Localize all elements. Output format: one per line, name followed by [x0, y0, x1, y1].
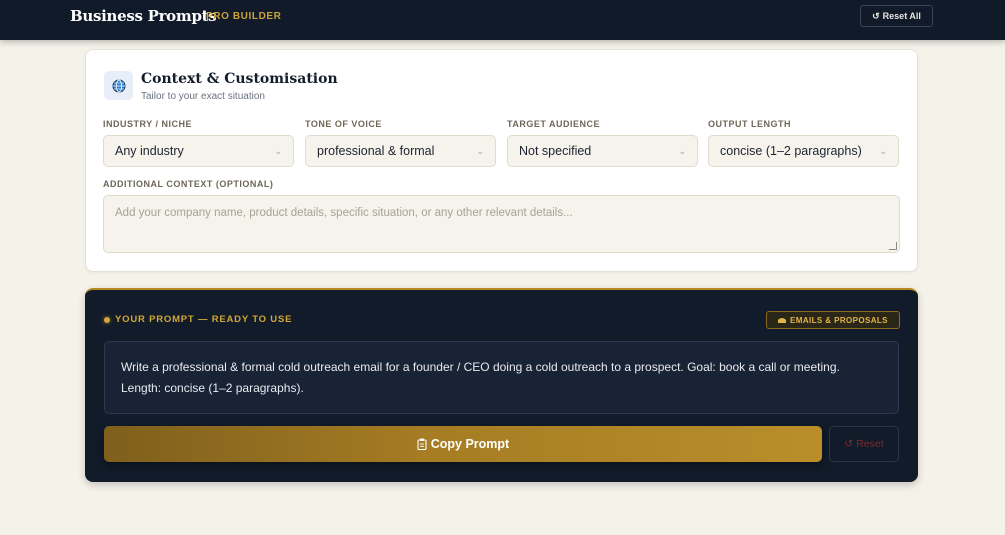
- copy-prompt-button[interactable]: Copy Prompt: [104, 426, 822, 462]
- resize-handle-icon[interactable]: [889, 242, 897, 250]
- reset-label: Reset: [856, 438, 884, 450]
- reset-all-label: Reset All: [882, 11, 921, 21]
- brand-subtitle: PRO BUILDER: [206, 11, 282, 22]
- section-subtitle: Tailor to your exact situation: [141, 91, 265, 102]
- tone-label: TONE OF VOICE: [305, 119, 382, 129]
- reset-button[interactable]: ↺ Reset: [829, 426, 899, 462]
- length-select[interactable]: concise (1–2 paragraphs) ⌄: [708, 135, 899, 167]
- length-label: OUTPUT LENGTH: [708, 119, 791, 129]
- category-icon: [778, 318, 787, 323]
- status-dot-icon: [104, 317, 110, 323]
- section-title: Context & Customisation: [141, 71, 338, 87]
- chevron-down-icon: ⌄: [476, 145, 484, 156]
- reset-all-button[interactable]: ↺ Reset All: [860, 5, 933, 27]
- copy-prompt-label: Copy Prompt: [430, 437, 510, 451]
- prompt-heading: YOUR PROMPT — READY TO USE: [115, 314, 293, 325]
- additional-context-placeholder: Add your company name, product details, …: [115, 207, 573, 219]
- tone-select[interactable]: professional & formal ⌄: [305, 135, 496, 167]
- prompt-panel: YOUR PROMPT — READY TO USE EMAILS & PROP…: [85, 288, 918, 482]
- audience-select[interactable]: Not specified ⌄: [507, 135, 698, 167]
- audience-value: Not specified: [519, 144, 592, 158]
- globe-icon: [104, 71, 133, 100]
- length-value: concise (1–2 paragraphs): [720, 144, 862, 158]
- additional-context-textarea[interactable]: Add your company name, product details, …: [103, 195, 900, 253]
- reset-icon: ↺: [872, 10, 880, 21]
- category-badge: EMAILS & PROPOSALS: [766, 311, 900, 329]
- prompt-output[interactable]: Write a professional & formal cold outre…: [104, 341, 899, 414]
- additional-context-label: ADDITIONAL CONTEXT (OPTIONAL): [103, 179, 274, 189]
- context-card: Context & Customisation Tailor to your e…: [85, 49, 918, 272]
- tone-value: professional & formal: [317, 144, 435, 158]
- chevron-down-icon: ⌄: [274, 145, 282, 156]
- chevron-down-icon: ⌄: [678, 145, 686, 156]
- audience-label: TARGET AUDIENCE: [507, 119, 600, 129]
- industry-select[interactable]: Any industry ⌄: [103, 135, 294, 167]
- reset-icon: ↺: [844, 438, 854, 450]
- chevron-down-icon: ⌄: [879, 145, 887, 156]
- clipboard-icon: [417, 438, 427, 450]
- industry-value: Any industry: [115, 144, 184, 158]
- brand-title: Business Prompts: [70, 7, 217, 25]
- category-badge-label: EMAILS & PROPOSALS: [790, 315, 888, 325]
- industry-label: INDUSTRY / NICHE: [103, 119, 193, 129]
- top-bar: Business Prompts PRO BUILDER ↺ Reset All: [0, 0, 1005, 40]
